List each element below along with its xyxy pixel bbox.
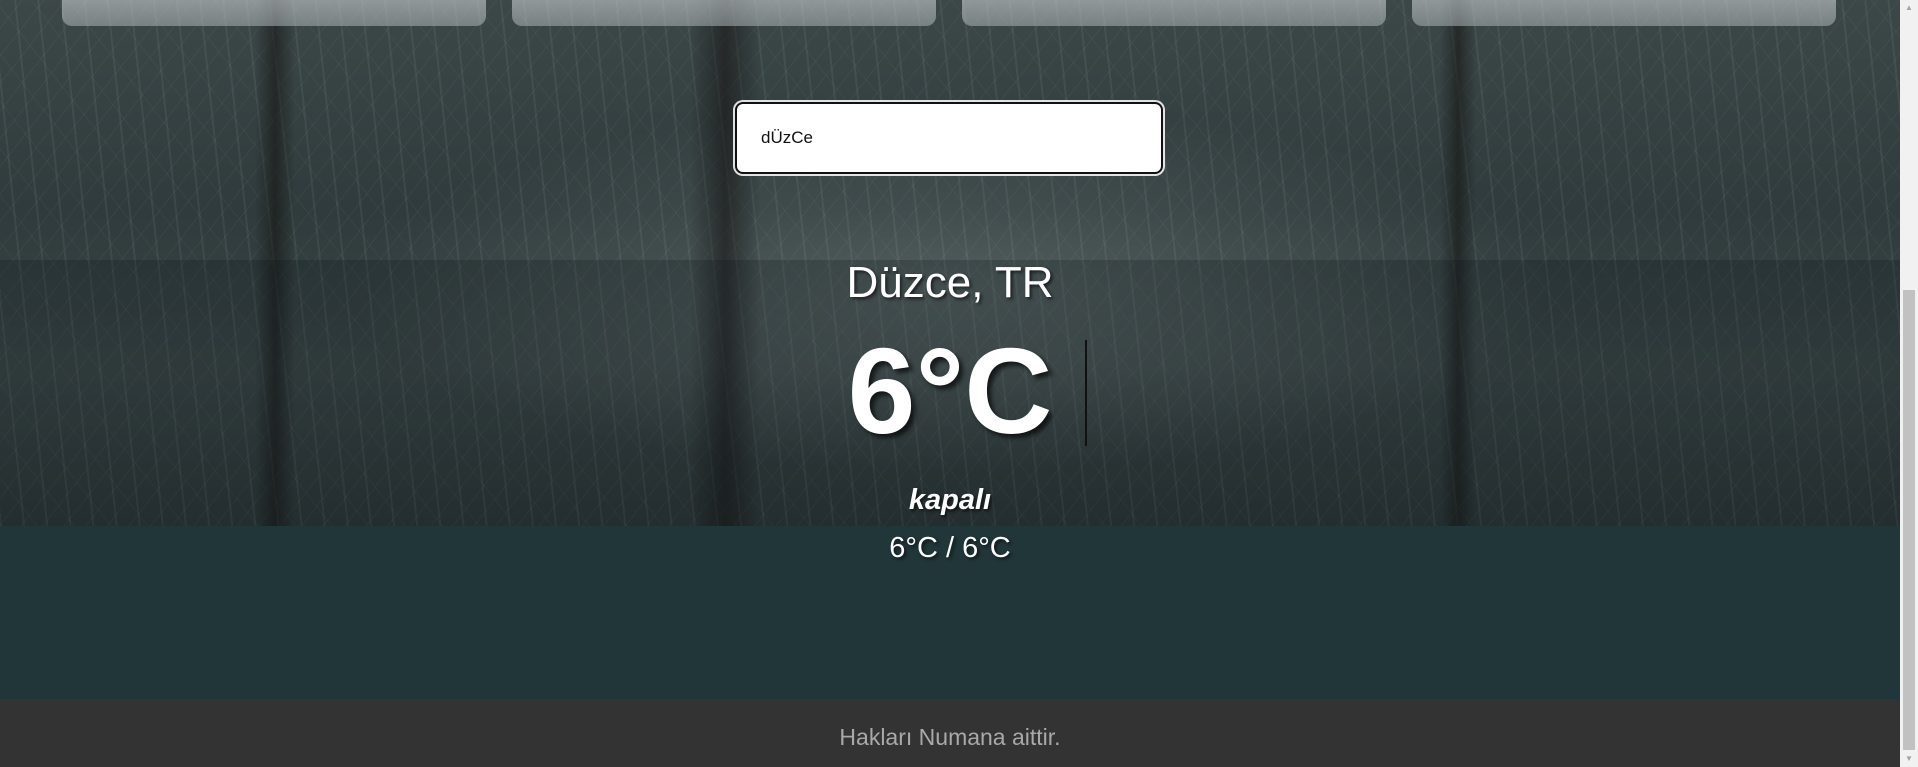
scroll-down-icon[interactable]: ▼ (1900, 751, 1918, 767)
weather-card[interactable] (1412, 0, 1836, 26)
temperature-min-max: 6°C / 6°C (889, 532, 1011, 564)
weather-description: kapalı (908, 484, 992, 516)
location-label: Düzce, TR (846, 258, 1054, 307)
scrollbar-thumb[interactable] (1903, 290, 1915, 750)
scroll-up-icon[interactable]: ▲ (1900, 0, 1918, 16)
footer-text: Hakları Numana aittir. (839, 724, 1061, 750)
text-cursor (1085, 340, 1087, 446)
weather-card[interactable] (962, 0, 1386, 26)
footer: Hakları Numana aittir. (0, 699, 1900, 767)
scrollbar[interactable]: ▲ ▼ (1900, 0, 1918, 767)
city-search-input[interactable] (735, 102, 1163, 174)
weather-card[interactable] (62, 0, 486, 26)
temperature-value: 6°C (847, 323, 1053, 459)
weather-card[interactable] (512, 0, 936, 26)
page: Düzce, TR 6°C kapalı 6°C / 6°C Hakları N… (0, 0, 1918, 767)
card-row (0, 0, 1900, 30)
